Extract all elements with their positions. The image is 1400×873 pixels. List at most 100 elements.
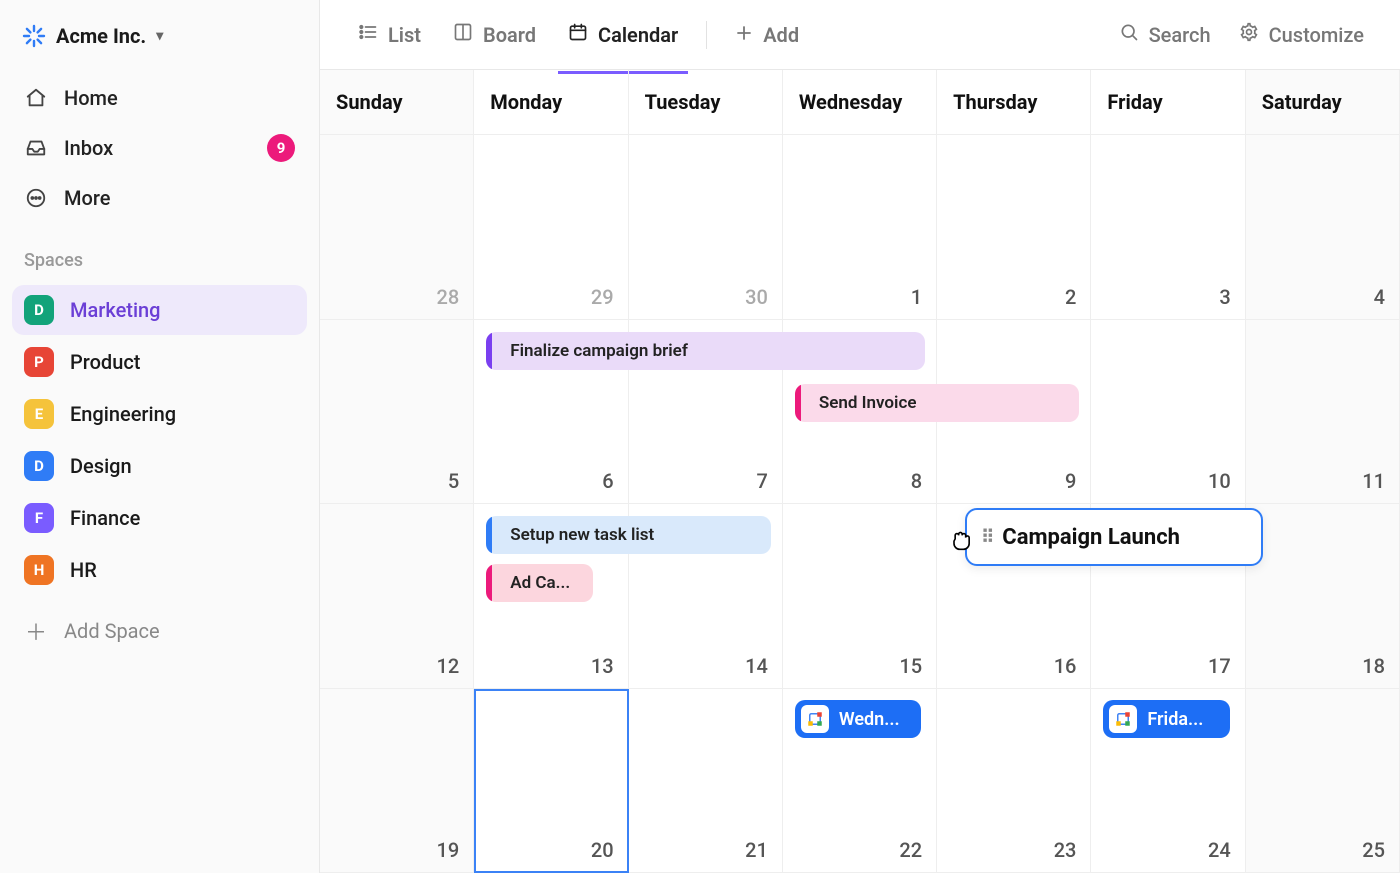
cell-date: 16 [1054,654,1077,678]
event-label: Finalize campaign brief [510,341,688,361]
toolbar: List Board Calendar Add Search [320,0,1400,70]
chevron-down-icon: ▾ [156,28,163,44]
cell-date: 3 [1219,285,1230,309]
search-button[interactable]: Search [1107,14,1223,55]
stripe [486,332,492,370]
view-board[interactable]: Board [439,14,550,55]
cell-date: 4 [1374,285,1385,309]
calendar-cell[interactable]: 11 [1246,320,1400,504]
logo-icon [22,24,46,48]
calendar-cell[interactable]: 12 [320,504,474,688]
workspace-switcher[interactable]: Acme Inc. ▾ [12,18,307,68]
nav-inbox[interactable]: Inbox 9 [12,122,307,174]
cell-date: 14 [745,654,768,678]
cell-date: 23 [1054,838,1077,862]
space-badge: D [24,451,54,481]
calendar-cell[interactable]: 25 [1246,689,1400,873]
sidebar: Acme Inc. ▾ Home Inbox 9 More [0,0,320,873]
calendar-cell[interactable]: 28 [320,135,474,319]
event-finalize-campaign-brief[interactable]: Finalize campaign brief [486,332,925,370]
space-badge: E [24,399,54,429]
gcal-icon [1109,705,1137,733]
stripe [486,516,492,554]
event-friday-recurring[interactable]: Frida... [1103,700,1229,738]
cell-date: 18 [1362,654,1385,678]
cell-date: 17 [1208,654,1231,678]
calendar-cell[interactable]: 30 [629,135,783,319]
search-label: Search [1149,23,1211,47]
event-label: Setup new task list [510,525,654,545]
divider [706,21,707,49]
spaces-list: DMarketingPProductEEngineeringDDesignFFi… [12,283,307,597]
event-label: Send Invoice [819,393,917,413]
calendar-cell[interactable]: 18 [1246,504,1400,688]
cell-date: 9 [1065,469,1076,493]
view-calendar[interactable]: Calendar [554,14,692,55]
calendar-grid: SundayMondayTuesdayWednesdayThursdayFrid… [320,70,1400,873]
nav-inbox-label: Inbox [64,136,113,160]
more-icon [24,187,48,209]
event-ad-campaign[interactable]: Ad Ca... [486,564,593,602]
nav-more[interactable]: More [12,174,307,222]
calendar-icon [568,22,588,47]
space-badge: H [24,555,54,585]
customize-label: Customize [1269,23,1364,47]
cell-date: 2 [1065,285,1076,309]
calendar-cell[interactable]: 29 [474,135,628,319]
add-space-label: Add Space [64,619,160,643]
calendar-cell[interactable]: 20 [474,689,628,873]
inbox-badge: 9 [267,134,295,162]
event-label: Campaign Launch [1002,525,1180,550]
plus-icon [735,23,753,47]
cell-date: 30 [745,285,768,309]
calendar-cell[interactable]: 19 [320,689,474,873]
space-label: Marketing [70,298,161,322]
stripe [486,564,492,602]
calendar-cell[interactable]: 15 [783,504,937,688]
calendar-cell[interactable]: 23 [937,689,1091,873]
event-setup-new-task-list[interactable]: Setup new task list [486,516,771,554]
calendar-cell[interactable]: 3 [1091,135,1245,319]
day-header: Monday [474,70,628,135]
cell-date: 10 [1208,469,1231,493]
day-header: Thursday [937,70,1091,135]
space-item-marketing[interactable]: DMarketing [12,285,307,335]
space-badge: P [24,347,54,377]
calendar-cell[interactable]: 2 [937,135,1091,319]
space-item-design[interactable]: DDesign [12,441,307,491]
cell-date: 12 [437,654,460,678]
calendar-cell[interactable]: 21 [629,689,783,873]
event-label: Wedn... [839,709,900,730]
calendar-cell[interactable]: 5 [320,320,474,504]
space-item-finance[interactable]: FFinance [12,493,307,543]
drag-handle-icon[interactable]: ⠿ [981,527,992,548]
cell-date: 8 [911,469,922,493]
calendar-cell[interactable]: 10 [1091,320,1245,504]
spaces-heading: Spaces [12,222,307,283]
search-icon [1119,22,1139,47]
add-space-button[interactable]: ＋ Add Space [12,603,307,659]
cell-date: 15 [899,654,922,678]
customize-button[interactable]: Customize [1227,14,1376,55]
day-header: Friday [1091,70,1245,135]
space-item-product[interactable]: PProduct [12,337,307,387]
view-list[interactable]: List [344,14,435,55]
calendar-cell[interactable]: 4 [1246,135,1400,319]
cell-date: 13 [591,654,614,678]
nav-home-label: Home [64,86,118,110]
cell-date: 25 [1362,838,1385,862]
day-header: Wednesday [783,70,937,135]
event-wednesday-recurring[interactable]: Wedn... [795,700,921,738]
space-item-engineering[interactable]: EEngineering [12,389,307,439]
view-list-label: List [388,23,421,47]
space-label: HR [70,558,97,582]
cell-date: 21 [745,838,768,862]
view-calendar-label: Calendar [598,23,678,47]
space-item-hr[interactable]: H HR [12,545,307,595]
event-campaign-launch[interactable]: ⠿ Campaign Launch [965,508,1263,566]
view-board-label: Board [483,23,536,47]
calendar-cell[interactable]: 1 [783,135,937,319]
nav-home[interactable]: Home [12,74,307,122]
event-send-invoice[interactable]: Send Invoice [795,384,1080,422]
view-add[interactable]: Add [721,15,813,55]
